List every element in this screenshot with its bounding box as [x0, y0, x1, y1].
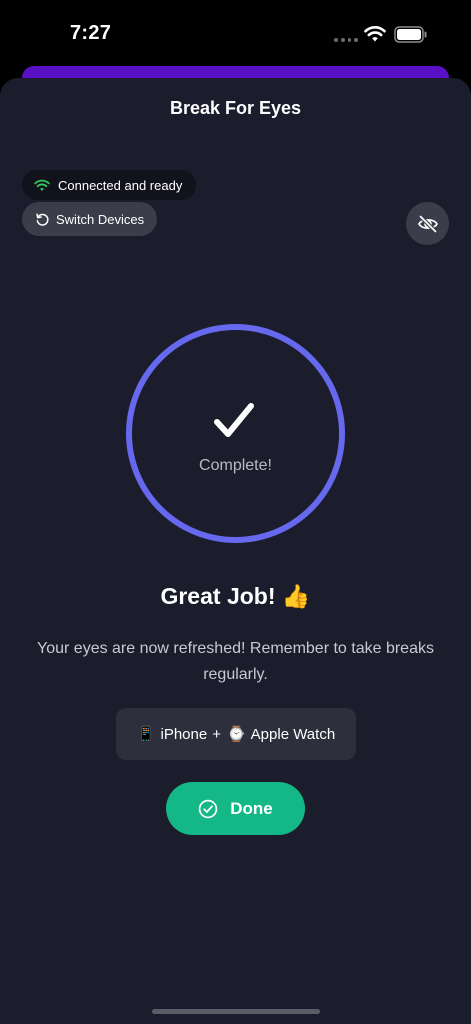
wifi-icon — [34, 179, 50, 191]
app-screen: 7:27 Break For Eyes Connected and ready — [0, 0, 471, 1024]
connection-status-pill: Connected and ready — [22, 170, 197, 200]
status-time: 7:27 — [70, 22, 112, 44]
wifi-icon — [364, 26, 386, 42]
checkmark-icon — [214, 403, 254, 437]
modal-sheet: Break For Eyes Connected and ready Switc… — [0, 78, 471, 1024]
switch-devices-label: Switch Devices — [56, 211, 145, 227]
page-title: Break For Eyes — [169, 98, 302, 118]
done-button[interactable]: Done — [166, 782, 305, 835]
connected-devices-chip: 📱 iPhone + ⌚ Apple Watch — [116, 708, 356, 760]
check-circle-icon — [199, 799, 218, 818]
switch-devices-button[interactable]: Switch Devices — [22, 202, 158, 236]
connection-status-text: Connected and ready — [58, 177, 183, 193]
watch-label: Apple Watch — [250, 725, 336, 743]
refresh-icon — [36, 213, 49, 226]
phone-icon: 📱 — [136, 726, 156, 743]
status-bar: 7:27 — [0, 0, 471, 70]
device-separator: + — [212, 725, 221, 743]
progress-status-label: Complete! — [199, 457, 272, 474]
hide-eye-button[interactable] — [406, 202, 449, 245]
result-message: Your eyes are now refreshed! Remember to… — [37, 640, 434, 683]
home-indicator[interactable] — [152, 1009, 320, 1014]
phone-label: iPhone — [160, 725, 208, 743]
signal-dots-icon — [334, 38, 358, 44]
watch-icon: ⌚ — [226, 726, 246, 743]
eye-slash-icon — [417, 214, 438, 233]
done-button-label: Done — [230, 798, 273, 818]
battery-icon — [394, 26, 427, 43]
result-heading: Great Job! 👍 — [160, 583, 311, 609]
